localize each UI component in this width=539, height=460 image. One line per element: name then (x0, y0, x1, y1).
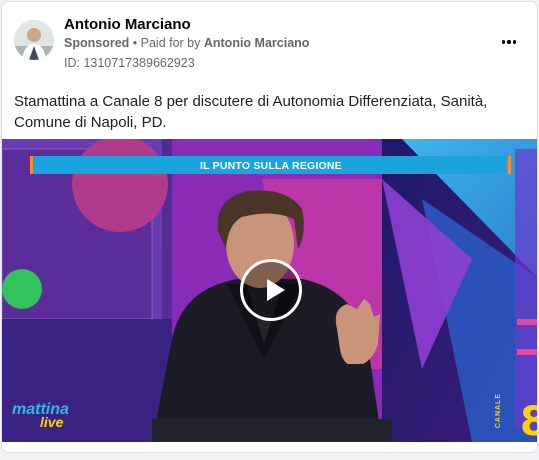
avatar-image (14, 20, 54, 60)
ad-id: ID: 1310717389662923 (64, 56, 195, 70)
play-icon[interactable] (240, 259, 302, 321)
canale8-logo: CANALE (495, 389, 525, 437)
sponsored-label[interactable]: Sponsored (64, 36, 129, 50)
paid-for-prefix: Paid for by (140, 36, 204, 50)
card-bottom (2, 442, 537, 452)
author-name[interactable]: Antonio Marciano (64, 16, 191, 33)
mattina-live-logo: mattina live (12, 402, 69, 430)
author-avatar[interactable] (14, 20, 54, 60)
post-caption: Stamattina a Canale 8 per discutere di A… (14, 93, 488, 131)
video-player[interactable]: 8 IL PUNTO SULLA REGIONE mattina live CA… (2, 139, 537, 442)
logo-right-text: CANALE (495, 393, 502, 429)
post-header: Antonio Marciano Sponsored • Paid for by… (2, 2, 537, 82)
meta-separator: • (129, 36, 141, 50)
paid-for-name: Antonio Marciano (203, 36, 310, 50)
sponsored-line: Sponsored • Paid for by Antonio Marciano (64, 36, 309, 50)
more-options-icon[interactable] (497, 32, 521, 52)
video-banner-text: IL PUNTO SULLA REGIONE (200, 160, 342, 172)
ad-post-card: Antonio Marciano Sponsored • Paid for by… (1, 1, 538, 453)
